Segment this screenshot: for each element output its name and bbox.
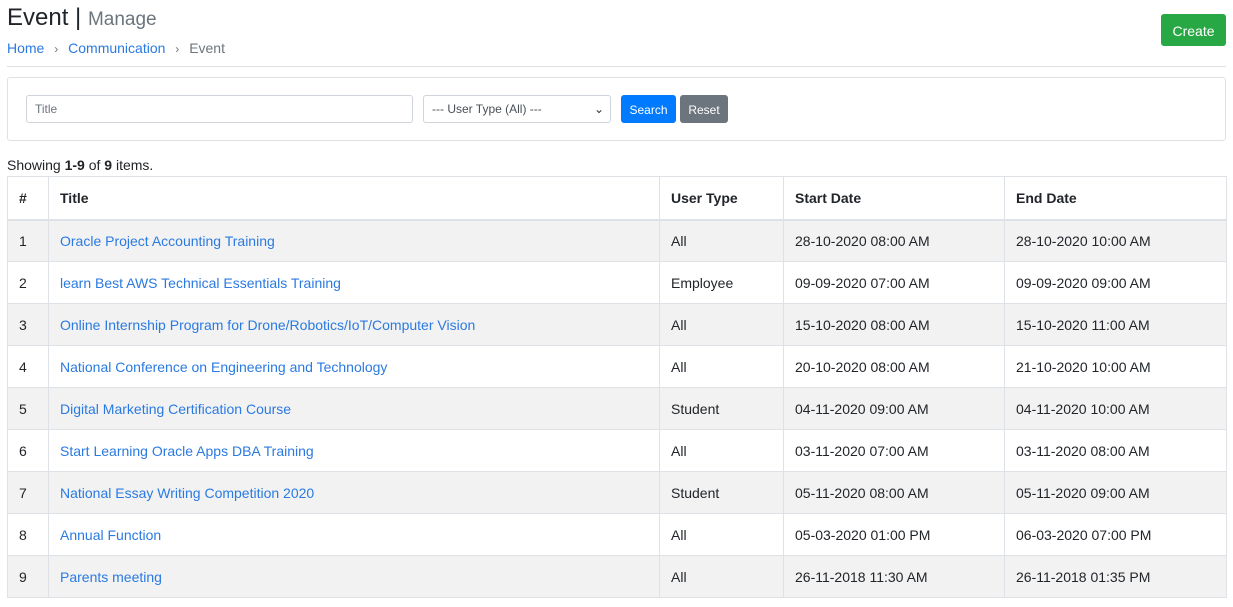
cell-number: 8 [7,513,49,556]
cell-number: 7 [7,471,49,514]
cell-user-type: Student [659,471,784,514]
cell-title: learn Best AWS Technical Essentials Trai… [48,261,660,304]
event-title-link[interactable]: Oracle Project Accounting Training [60,233,275,249]
cell-start-date: 09-09-2020 07:00 AM [783,261,1005,304]
cell-user-type: Employee [659,261,784,304]
events-table: # Title User Type Start Date End Date 1O… [7,176,1227,598]
breadcrumb-current: Event [189,40,225,56]
cell-end-date: 05-11-2020 09:00 AM [1004,471,1227,514]
cell-title: National Conference on Engineering and T… [48,345,660,388]
cell-number: 1 [7,219,49,262]
cell-end-date: 26-11-2018 01:35 PM [1004,555,1227,598]
table-header-row: # Title User Type Start Date End Date [7,176,1227,221]
cell-start-date: 03-11-2020 07:00 AM [783,429,1005,472]
cell-start-date: 15-10-2020 08:00 AM [783,303,1005,346]
results-summary: Showing 1-9 of 9 items. [7,157,154,173]
summary-range: 1-9 [64,157,85,173]
cell-title: Start Learning Oracle Apps DBA Training [48,429,660,472]
page-subtitle: Manage [87,9,157,30]
table-row: 2 learn Best AWS Technical Essentials Tra… [7,261,1227,304]
cell-end-date: 03-11-2020 08:00 AM [1004,429,1227,472]
page-title: Event | Manage [7,4,157,34]
table-row: 8 Annual Function All 05-03-2020 01:00 PM 06… [7,513,1227,556]
cell-title: Parents meeting [48,555,660,598]
filter-panel: --- User Type (All) --- ⌄ Search Reset [7,77,1226,141]
cell-user-type: All [659,303,784,346]
event-title-link[interactable]: Parents meeting [60,569,162,585]
event-title-link[interactable]: Online Internship Program for Drone/Robo… [60,317,475,333]
page-header: Event | Manage Home › Communication › Ev… [7,0,1226,67]
event-title-link[interactable]: Annual Function [60,527,161,543]
cell-title: Annual Function [48,513,660,556]
cell-start-date: 28-10-2020 08:00 AM [783,219,1005,262]
cell-start-date: 20-10-2020 08:00 AM [783,345,1005,388]
event-title-link[interactable]: learn Best AWS Technical Essentials Trai… [60,275,341,291]
cell-title: Online Internship Program for Drone/Robo… [48,303,660,346]
table-row: 7 National Essay Writing Competition 2020… [7,471,1227,514]
cell-end-date: 28-10-2020 10:00 AM [1004,219,1227,262]
table-row: 3 Online Internship Program for Drone/Rob… [7,303,1227,346]
cell-end-date: 21-10-2020 10:00 AM [1004,345,1227,388]
cell-number: 3 [7,303,49,346]
event-title-link[interactable]: National Essay Writing Competition 2020 [60,485,314,501]
column-header-number: # [7,176,49,221]
cell-number: 2 [7,261,49,304]
cell-title: Oracle Project Accounting Training [48,219,660,262]
column-header-title[interactable]: Title [48,176,660,221]
cell-start-date: 26-11-2018 11:30 AM [783,555,1005,598]
event-title-link[interactable]: National Conference on Engineering and T… [60,359,387,375]
breadcrumb-communication[interactable]: Communication [68,40,165,56]
cell-title: National Essay Writing Competition 2020 [48,471,660,514]
cell-start-date: 05-11-2020 08:00 AM [783,471,1005,514]
column-header-user-type[interactable]: User Type [659,176,784,221]
breadcrumb-home[interactable]: Home [7,40,44,56]
event-title-link[interactable]: Digital Marketing Certification Course [60,401,291,417]
cell-end-date: 06-03-2020 07:00 PM [1004,513,1227,556]
cell-title: Digital Marketing Certification Course [48,387,660,430]
page-title-main: Event [7,4,69,31]
table-row: 6 Start Learning Oracle Apps DBA Training… [7,429,1227,472]
breadcrumb-separator-icon: › [175,42,180,56]
cell-number: 9 [7,555,49,598]
search-button[interactable]: Search [621,95,676,123]
breadcrumb: Home › Communication › Event [7,40,225,57]
table-row: 4 National Conference on Engineering and … [7,345,1227,388]
column-header-start-date[interactable]: Start Date [783,176,1005,221]
user-type-select[interactable]: --- User Type (All) --- ⌄ [423,95,611,123]
event-title-link[interactable]: Start Learning Oracle Apps DBA Training [60,443,314,459]
table-row: 5 Digital Marketing Certification Course S… [7,387,1227,430]
table-row: 9 Parents meeting All 26-11-2018 11:30 AM 26… [7,555,1227,598]
cell-number: 5 [7,387,49,430]
cell-end-date: 04-11-2020 10:00 AM [1004,387,1227,430]
chevron-down-icon: ⌄ [593,102,604,116]
cell-start-date: 04-11-2020 09:00 AM [783,387,1005,430]
cell-start-date: 05-03-2020 01:00 PM [783,513,1005,556]
table-row: 1 Oracle Project Accounting Training All 28… [7,219,1227,262]
summary-total: 9 [104,157,113,173]
breadcrumb-separator-icon: › [54,42,59,56]
cell-user-type: All [659,429,784,472]
column-header-end-date[interactable]: End Date [1004,176,1227,221]
user-type-selected-value: --- User Type (All) --- [432,102,542,116]
title-search-input[interactable] [26,95,413,123]
title-separator: | [75,4,82,31]
cell-user-type: All [659,219,784,262]
cell-user-type: All [659,513,784,556]
cell-end-date: 15-10-2020 11:00 AM [1004,303,1227,346]
cell-number: 4 [7,345,49,388]
cell-user-type: All [659,345,784,388]
cell-user-type: Student [659,387,784,430]
cell-number: 6 [7,429,49,472]
reset-button[interactable]: Reset [680,95,728,123]
cell-user-type: All [659,555,784,598]
create-button[interactable]: Create [1161,14,1226,46]
cell-end-date: 09-09-2020 09:00 AM [1004,261,1227,304]
